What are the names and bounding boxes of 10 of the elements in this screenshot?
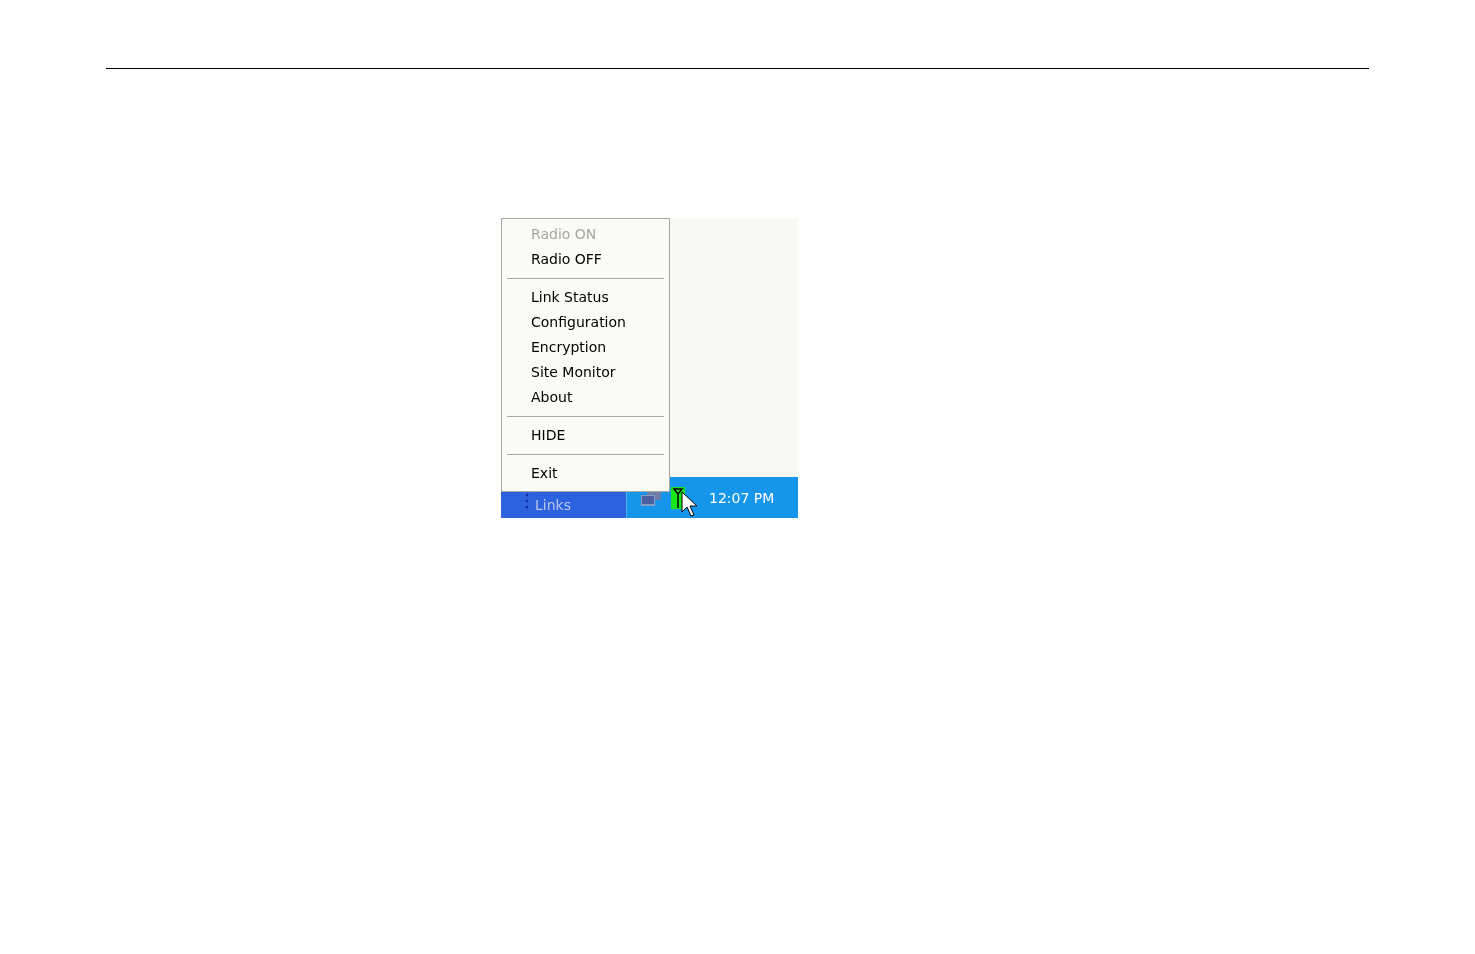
menu-item[interactable]: Radio OFF <box>502 247 669 272</box>
menu-item[interactable]: Configuration <box>502 310 669 335</box>
menu-item[interactable]: Link Status <box>502 285 669 310</box>
menu-item[interactable]: Site Monitor <box>502 360 669 385</box>
menu-item[interactable]: HIDE <box>502 423 669 448</box>
mouse-pointer-icon <box>681 490 697 517</box>
menu-item[interactable]: Encryption <box>502 335 669 360</box>
links-label: Links <box>535 495 571 513</box>
clock: 12:07 PM <box>709 489 775 506</box>
menu-item[interactable]: About <box>502 385 669 410</box>
